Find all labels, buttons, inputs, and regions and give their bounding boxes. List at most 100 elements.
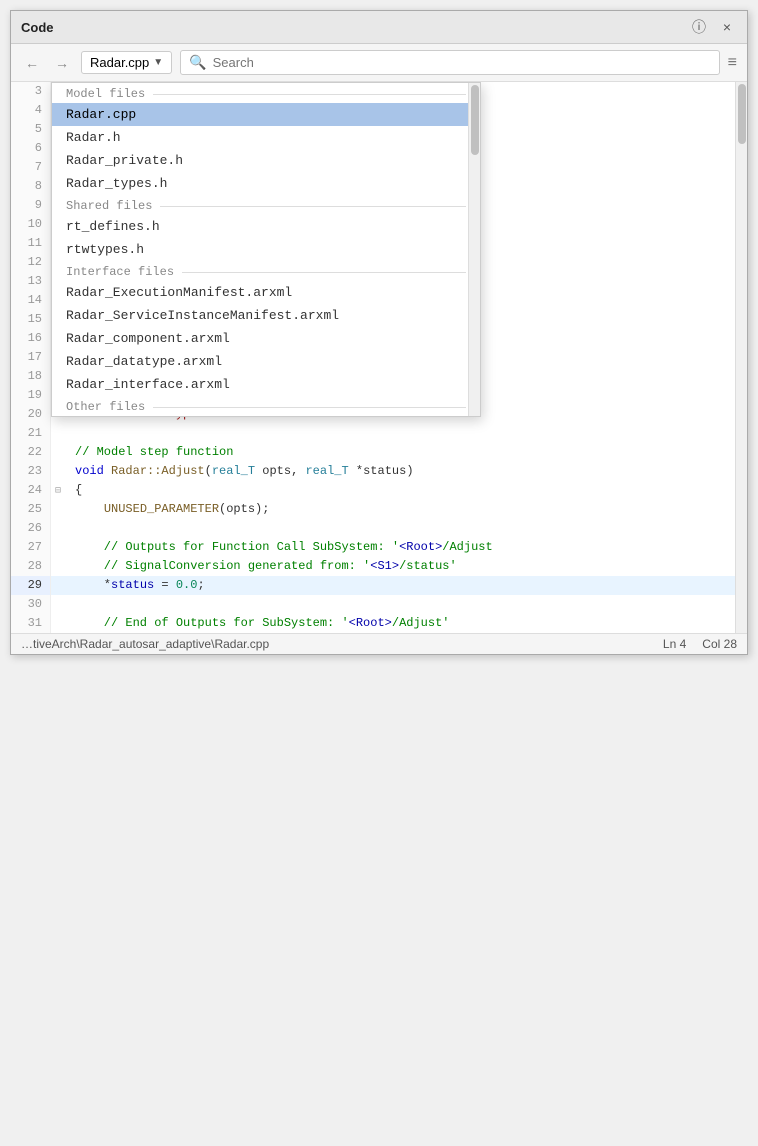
code-line: 28 // SignalConversion generated from: '… [11, 557, 735, 576]
main-content: 3 // 4 // dback and te 5 // 6 // 7 [11, 82, 747, 633]
status-bar: …tiveArch\Radar_autosar_adaptive\Radar.c… [11, 633, 747, 654]
code-line: 22 // Model step function [11, 443, 735, 462]
code-line: 29 *status = 0.0; [11, 576, 735, 595]
line-content [65, 424, 75, 443]
line-content: *status = 0.0; [65, 576, 205, 595]
code-line: 31 // End of Outputs for SubSystem: '<Ro… [11, 614, 735, 633]
line-number: 29 [11, 576, 51, 595]
line-number: 14 [11, 291, 51, 310]
line-number: 8 [11, 177, 51, 196]
line-number: 11 [11, 234, 51, 253]
line-content [65, 595, 75, 614]
status-right: Ln 4 Col 28 [663, 637, 737, 651]
search-input[interactable] [213, 55, 711, 70]
file-dropdown-panel[interactable]: Model files Radar.cpp Radar.h Radar_priv… [51, 82, 481, 417]
line-number: 13 [11, 272, 51, 291]
dropdown-item-radar-cpp[interactable]: Radar.cpp [52, 103, 480, 126]
line-number: 23 [11, 462, 51, 481]
status-col: Col 28 [702, 637, 737, 651]
dropdown-item-interface[interactable]: Radar_interface.arxml [52, 373, 480, 396]
fold-indicator [51, 576, 65, 595]
back-button[interactable]: ← [21, 53, 43, 73]
line-number: 17 [11, 348, 51, 367]
code-line: 25 UNUSED_PARAMETER(opts); [11, 500, 735, 519]
line-number: 25 [11, 500, 51, 519]
scrollbar-thumb [738, 84, 746, 144]
search-icon: 🔍 [189, 54, 206, 71]
menu-icon[interactable]: ≡ [728, 54, 737, 72]
line-number: 22 [11, 443, 51, 462]
line-number: 16 [11, 329, 51, 348]
chevron-down-icon: ▼ [153, 57, 163, 68]
status-path: …tiveArch\Radar_autosar_adaptive\Radar.c… [21, 637, 651, 651]
title-bar: Code ⓘ × [11, 11, 747, 44]
line-content: // End of Outputs for SubSystem: '<Root>… [65, 614, 449, 633]
line-number: 19 [11, 386, 51, 405]
fold-indicator [51, 443, 65, 462]
dropdown-section-model: Model files [52, 83, 480, 103]
dropdown-scrollbar-thumb [471, 85, 479, 155]
line-number: 9 [11, 196, 51, 215]
file-dropdown-label: Radar.cpp [90, 55, 149, 70]
window-title: Code [21, 20, 54, 35]
code-line: 21 [11, 424, 735, 443]
line-content [65, 519, 75, 538]
code-window: Code ⓘ × ← → Radar.cpp ▼ 🔍 ≡ 3 // [10, 10, 748, 655]
line-number: 26 [11, 519, 51, 538]
line-number: 7 [11, 158, 51, 177]
code-line: 24 ⊟ { [11, 481, 735, 500]
line-content: { [65, 481, 82, 500]
line-number: 12 [11, 253, 51, 272]
info-button[interactable]: ⓘ [689, 17, 709, 37]
dropdown-section-shared: Shared files [52, 195, 480, 215]
dropdown-section-interface: Interface files [52, 261, 480, 281]
dropdown-item-radar-private-h[interactable]: Radar_private.h [52, 149, 480, 172]
line-content: void Radar::Adjust(real_T opts, real_T *… [65, 462, 414, 481]
fold-indicator [51, 500, 65, 519]
dropdown-item-rt-defines-h[interactable]: rt_defines.h [52, 215, 480, 238]
fold-indicator [51, 614, 65, 633]
line-number: 18 [11, 367, 51, 386]
fold-indicator [51, 519, 65, 538]
fold-indicator [51, 557, 65, 576]
line-number: 5 [11, 120, 51, 139]
dropdown-item-component[interactable]: Radar_component.arxml [52, 327, 480, 350]
fold-indicator [51, 462, 65, 481]
line-number: 6 [11, 139, 51, 158]
fold-indicator [51, 538, 65, 557]
line-number: 30 [11, 595, 51, 614]
dropdown-item-radar-h[interactable]: Radar.h [52, 126, 480, 149]
line-number: 21 [11, 424, 51, 443]
dropdown-scrollbar[interactable] [468, 83, 480, 416]
code-area: 3 // 4 // dback and te 5 // 6 // 7 [11, 82, 735, 633]
line-number: 27 [11, 538, 51, 557]
code-line: 30 [11, 595, 735, 614]
fold-indicator [51, 595, 65, 614]
dropdown-section-other: Other files [52, 396, 480, 416]
line-number: 31 [11, 614, 51, 633]
title-bar-controls: ⓘ × [689, 17, 737, 37]
vertical-scrollbar[interactable] [735, 82, 747, 633]
forward-button[interactable]: → [51, 53, 73, 73]
code-line: 27 // Outputs for Function Call SubSyste… [11, 538, 735, 557]
file-dropdown[interactable]: Radar.cpp ▼ [81, 51, 172, 74]
close-button[interactable]: × [717, 17, 737, 37]
fold-indicator[interactable]: ⊟ [51, 481, 65, 500]
line-number: 15 [11, 310, 51, 329]
line-content: // Outputs for Function Call SubSystem: … [65, 538, 493, 557]
fold-indicator [51, 424, 65, 443]
dropdown-item-service-manifest[interactable]: Radar_ServiceInstanceManifest.arxml [52, 304, 480, 327]
code-line: 26 [11, 519, 735, 538]
dropdown-item-rtwtypes-h[interactable]: rtwtypes.h [52, 238, 480, 261]
dropdown-item-execution-manifest[interactable]: Radar_ExecutionManifest.arxml [52, 281, 480, 304]
line-content: UNUSED_PARAMETER(opts); [65, 500, 269, 519]
code-line: 23 void Radar::Adjust(real_T opts, real_… [11, 462, 735, 481]
line-number: 10 [11, 215, 51, 234]
status-ln: Ln 4 [663, 637, 686, 651]
line-number: 20 [11, 405, 51, 424]
line-content: // Model step function [65, 443, 233, 462]
dropdown-item-datatype[interactable]: Radar_datatype.arxml [52, 350, 480, 373]
dropdown-item-radar-types-h[interactable]: Radar_types.h [52, 172, 480, 195]
line-content: // SignalConversion generated from: '<S1… [65, 557, 457, 576]
line-number: 3 [11, 82, 51, 101]
